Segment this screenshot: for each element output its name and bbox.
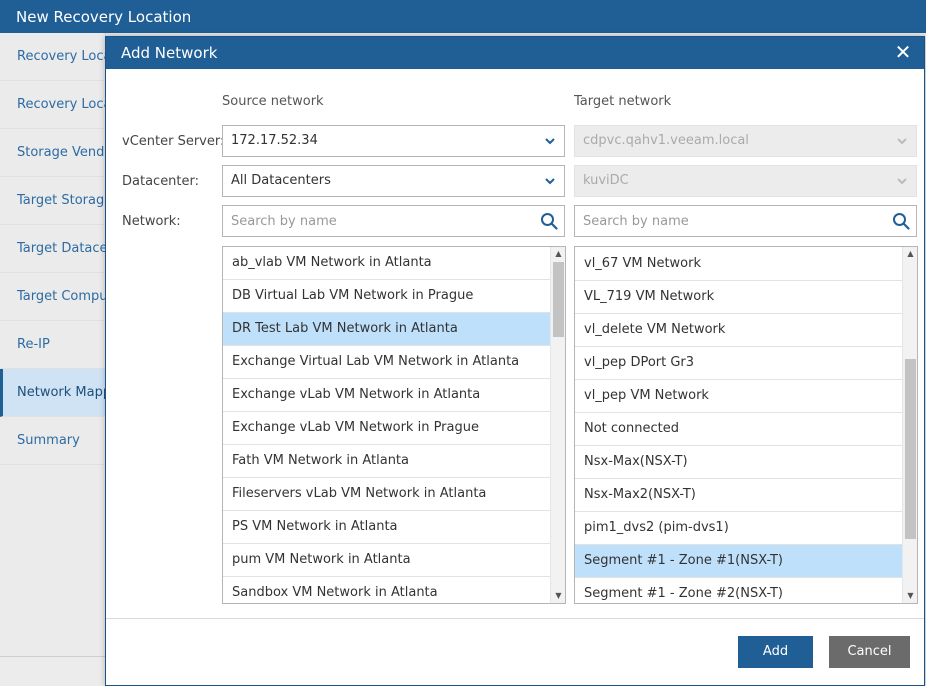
network-list-item[interactable]: Nsx-Max2(NSX-T) (575, 479, 917, 512)
network-label: Network: (122, 214, 181, 229)
scroll-thumb[interactable] (905, 359, 916, 539)
search-icon[interactable] (540, 212, 558, 230)
network-list-item[interactable]: Fath VM Network in Atlanta (223, 445, 565, 478)
source-datacenter-value: All Datacenters (231, 173, 331, 188)
wizard-nav-item[interactable]: Re-IP (0, 321, 105, 369)
scroll-thumb[interactable] (553, 262, 564, 337)
dialog-title: Add Network (121, 44, 218, 62)
network-list-item[interactable]: Exchange vLab VM Network in Prague (223, 412, 565, 445)
target-vcenter-select: cdpvc.qahv1.veeam.local (574, 125, 917, 157)
source-network-header: Source network (222, 94, 324, 109)
target-network-list: vl_67 VM Network VL_719 VM Network vl_dele… (574, 246, 918, 604)
wizard-nav-item[interactable]: Summary (0, 417, 105, 465)
network-list-item[interactable]: vl_delete VM Network (575, 314, 917, 347)
scroll-up-arrow-icon[interactable]: ▲ (551, 247, 565, 261)
source-list-scrollbar[interactable]: ▲ ▼ (550, 247, 565, 603)
dialog-footer: Add Cancel (106, 618, 924, 685)
network-list-item[interactable]: Nsx-Max(NSX-T) (575, 446, 917, 479)
wizard-nav-item[interactable]: Target Datacenter (0, 225, 105, 273)
network-list-item[interactable]: Fileservers vLab VM Network in Atlanta (223, 478, 565, 511)
target-vcenter-value: cdpvc.qahv1.veeam.local (583, 133, 749, 148)
chevron-down-icon (897, 138, 907, 145)
source-search-box (222, 205, 565, 237)
wizard-nav-item[interactable]: Storage Vendor (0, 129, 105, 177)
chevron-down-icon (545, 138, 555, 145)
chevron-down-icon (545, 178, 555, 185)
network-list-item[interactable]: vl_67 VM Network (575, 248, 917, 281)
network-list-item[interactable]: DB Virtual Lab VM Network in Prague (223, 280, 565, 313)
close-icon[interactable]: ✕ (892, 41, 914, 63)
network-list-item[interactable]: ab_vlab VM Network in Atlanta (223, 247, 565, 280)
scroll-down-arrow-icon[interactable]: ▼ (551, 589, 565, 603)
wizard-title: New Recovery Location (0, 0, 926, 33)
add-button[interactable]: Add (738, 636, 813, 668)
source-search-input[interactable] (223, 206, 523, 236)
target-list-scrollbar[interactable]: ▲ ▼ (902, 247, 917, 603)
datacenter-label: Datacenter: (122, 174, 200, 189)
network-list-item[interactable]: PS VM Network in Atlanta (223, 511, 565, 544)
wizard-nav-item[interactable]: Recovery Location (0, 33, 105, 81)
search-icon[interactable] (892, 212, 910, 230)
wizard-nav-item[interactable]: Network Mapping (0, 369, 105, 417)
target-datacenter-select: kuviDC (574, 165, 917, 197)
network-list-item[interactable]: DR Test Lab VM Network in Atlanta (223, 313, 565, 346)
network-list-item[interactable]: Segment #1 - Zone #2(NSX-T) (575, 578, 917, 603)
source-network-list: ab_vlab VM Network in Atlanta DB Virtual … (222, 246, 566, 604)
wizard-nav-footer (0, 656, 106, 686)
scroll-up-arrow-icon[interactable]: ▲ (903, 247, 917, 261)
target-search-input[interactable] (575, 206, 875, 236)
target-search-box (574, 205, 917, 237)
target-datacenter-value: kuviDC (583, 173, 629, 188)
network-list-item[interactable]: Segment #1 - Zone #1(NSX-T) (575, 545, 917, 578)
network-list-item[interactable]: Exchange Virtual Lab VM Network in Atlan… (223, 346, 565, 379)
add-network-dialog: Add Network ✕ Source network Target netw… (105, 36, 925, 686)
source-datacenter-select[interactable]: All Datacenters (222, 165, 565, 197)
cancel-button[interactable]: Cancel (829, 636, 910, 668)
network-list-item[interactable]: pim1_dvs2 (pim-dvs1) (575, 512, 917, 545)
source-vcenter-value: 172.17.52.34 (231, 133, 318, 148)
dialog-header: Add Network ✕ (106, 37, 924, 69)
wizard-nav-item[interactable]: Target Storage (0, 177, 105, 225)
network-list-item[interactable]: VL_719 VM Network (575, 281, 917, 314)
wizard-nav-item[interactable]: Recovery Location (0, 81, 105, 129)
target-network-header: Target network (574, 94, 672, 109)
network-list-item[interactable]: pum VM Network in Atlanta (223, 544, 565, 577)
wizard-nav: Recovery LocationRecovery LocationStorag… (0, 33, 106, 686)
chevron-down-icon (897, 178, 907, 185)
network-list-item[interactable]: Sandbox VM Network in Atlanta (223, 577, 565, 603)
wizard-nav-item[interactable]: Target Compute (0, 273, 105, 321)
vcenter-label: vCenter Server: (122, 134, 225, 149)
source-vcenter-select[interactable]: 172.17.52.34 (222, 125, 565, 157)
scroll-down-arrow-icon[interactable]: ▼ (903, 589, 917, 603)
network-list-item[interactable]: vl_pep DPort Gr3 (575, 347, 917, 380)
network-list-item[interactable]: Exchange vLab VM Network in Atlanta (223, 379, 565, 412)
network-list-item[interactable]: Not connected (575, 413, 917, 446)
network-list-item[interactable]: vl_pep VM Network (575, 380, 917, 413)
